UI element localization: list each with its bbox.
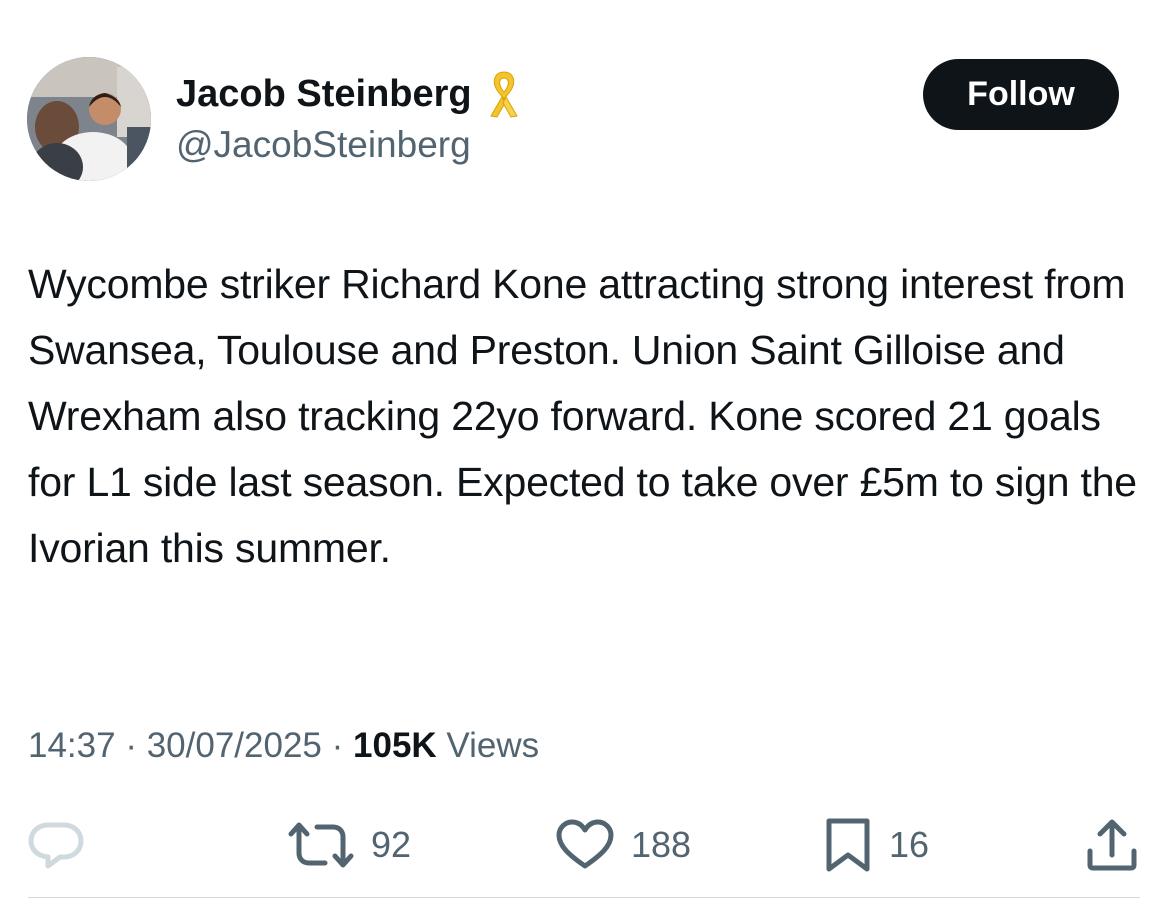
yellow-ribbon-icon: [486, 68, 522, 120]
bookmark-button[interactable]: 16: [823, 815, 929, 875]
share-icon: [1087, 819, 1137, 871]
like-count: 188: [631, 824, 692, 865]
reply-button[interactable]: [26, 815, 102, 875]
retweet-button[interactable]: 92: [287, 815, 411, 875]
bookmark-icon: [826, 818, 870, 872]
avatar[interactable]: [27, 57, 151, 181]
retweet-count: 92: [371, 824, 412, 865]
meta-separator: ·: [331, 726, 344, 765]
meta-separator: ·: [125, 726, 137, 765]
tweet-time[interactable]: 14:37: [28, 726, 116, 765]
heart-icon: [556, 819, 614, 869]
follow-button[interactable]: Follow: [923, 59, 1119, 130]
divider: [28, 897, 1140, 898]
author-handle[interactable]: @JacobSteinberg: [176, 122, 471, 168]
retweet-icon: [288, 822, 354, 868]
views-label: Views: [446, 726, 540, 765]
bookmark-count: 16: [889, 824, 930, 865]
tweet-meta: 14:37 · 30/07/2025 · 105K Views: [28, 722, 539, 770]
views-count: 105K: [353, 726, 437, 765]
tweet-date[interactable]: 30/07/2025: [147, 726, 322, 765]
like-button[interactable]: 188: [555, 815, 691, 875]
share-button[interactable]: [1084, 815, 1140, 875]
author-display-name[interactable]: Jacob Steinberg: [176, 71, 472, 117]
reply-icon: [28, 822, 84, 869]
tweet-text: Wycombe striker Richard Kone attracting …: [28, 261, 1137, 571]
author-name-row[interactable]: Jacob Steinberg: [176, 68, 522, 120]
avatar-photo: [27, 57, 151, 181]
